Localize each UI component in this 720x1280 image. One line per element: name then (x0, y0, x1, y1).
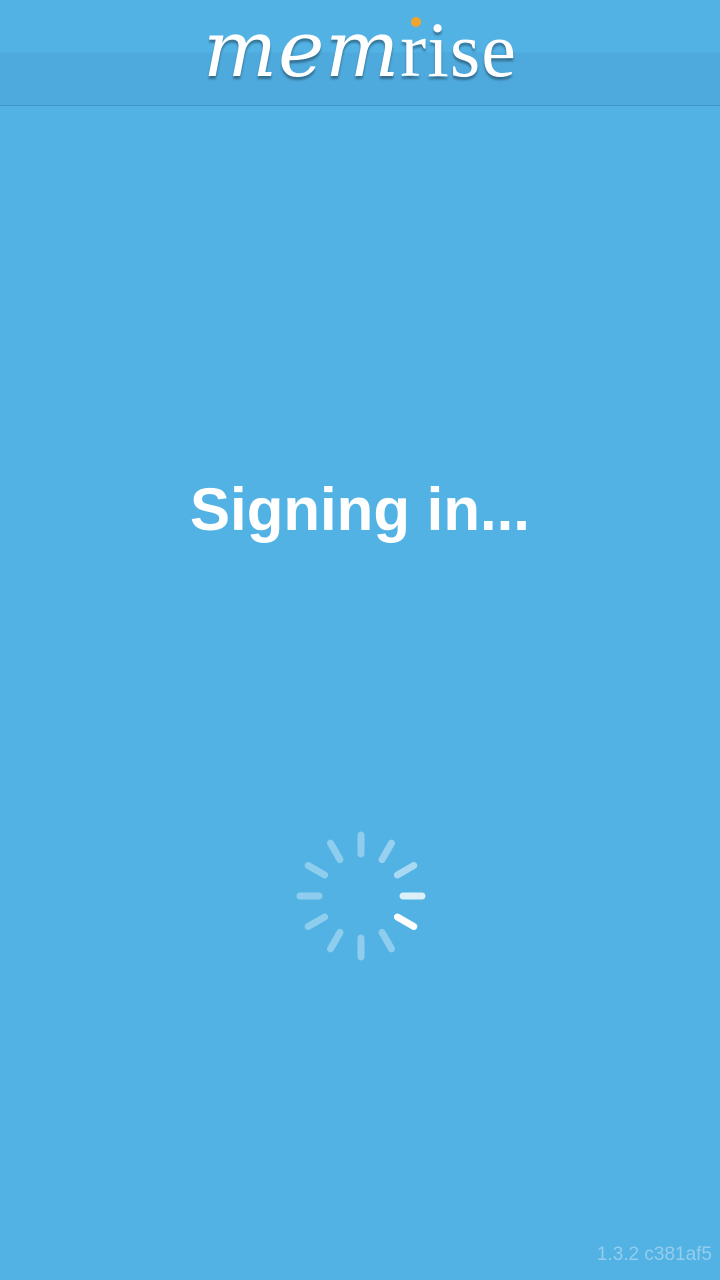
loading-spinner-icon (296, 831, 426, 961)
signing-in-status: Signing in... (190, 476, 530, 543)
spinner-spoke (393, 862, 418, 879)
logo-dot-icon (411, 17, 421, 27)
version-label: 1.3.2 c381af5 (596, 1244, 712, 1265)
spinner-spoke (393, 913, 418, 930)
spinner-spoke (378, 928, 395, 953)
spinner-spoke (327, 928, 344, 953)
spinner-spoke (304, 862, 329, 879)
memrise-logo: memrise (0, 0, 720, 100)
logo-text-italic: mem (203, 5, 401, 95)
spinner-spoke (304, 913, 329, 930)
app-header: memrise (0, 0, 720, 106)
spinner-spokes (296, 831, 426, 961)
spinner-spoke (378, 839, 395, 864)
spinner-spoke (327, 839, 344, 864)
